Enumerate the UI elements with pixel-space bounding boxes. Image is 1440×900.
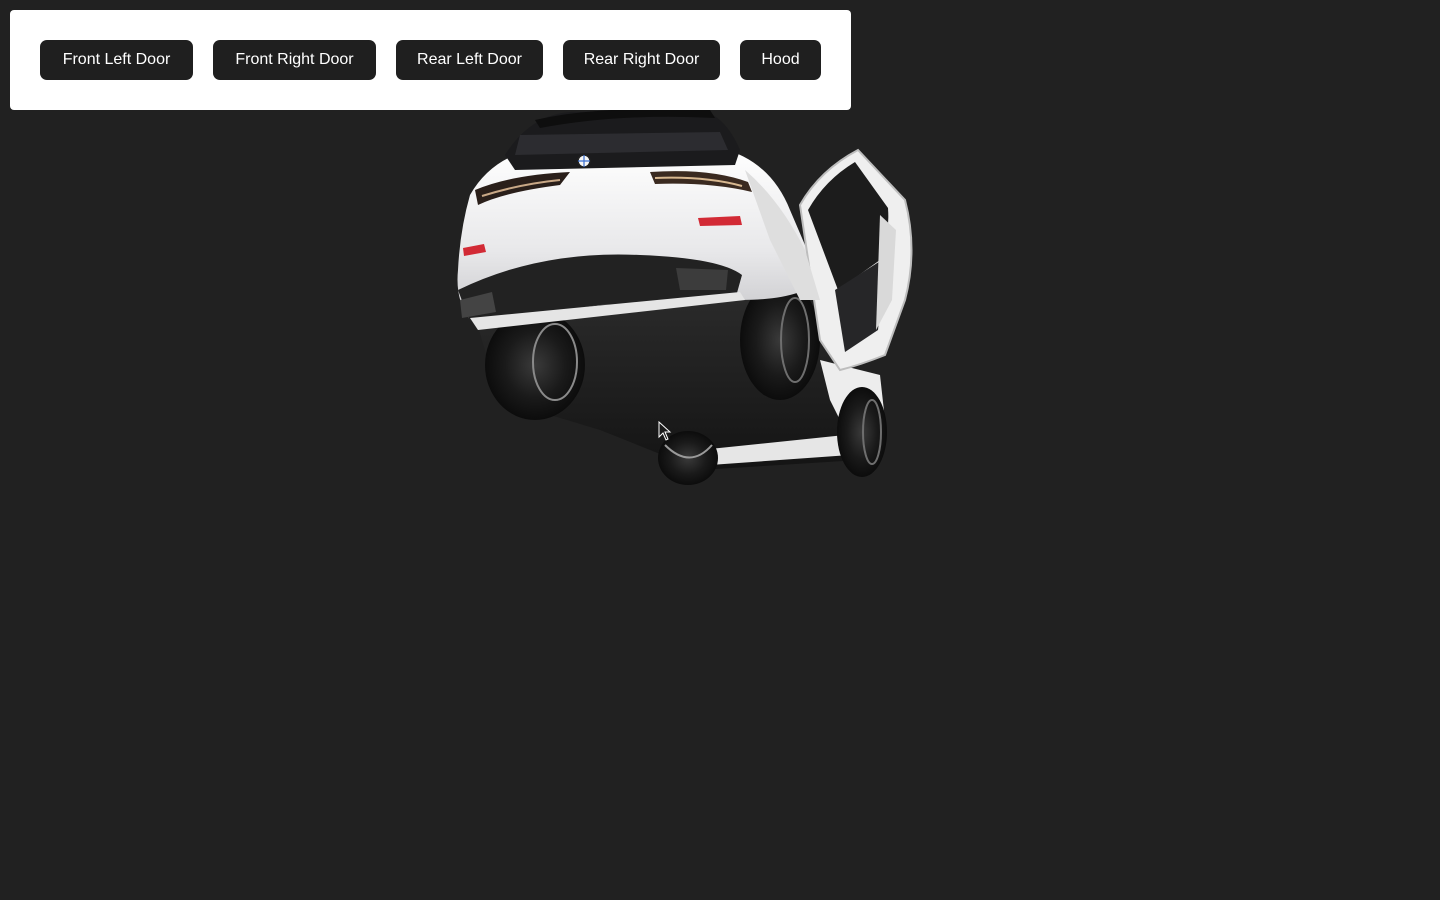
front-right-wheel: [837, 387, 887, 477]
front-right-door-button[interactable]: Front Right Door: [213, 40, 376, 80]
car-model[interactable]: [0, 110, 1440, 900]
mouse-cursor-icon: [658, 421, 672, 441]
control-panel: Front Left Door Front Right Door Rear Le…: [10, 10, 851, 110]
front-left-door-button[interactable]: Front Left Door: [40, 40, 193, 80]
3d-canvas[interactable]: [0, 110, 1440, 900]
rear-left-door-button[interactable]: Rear Left Door: [396, 40, 543, 80]
rear-right-door-button[interactable]: Rear Right Door: [563, 40, 720, 80]
hood-button[interactable]: Hood: [740, 40, 821, 80]
